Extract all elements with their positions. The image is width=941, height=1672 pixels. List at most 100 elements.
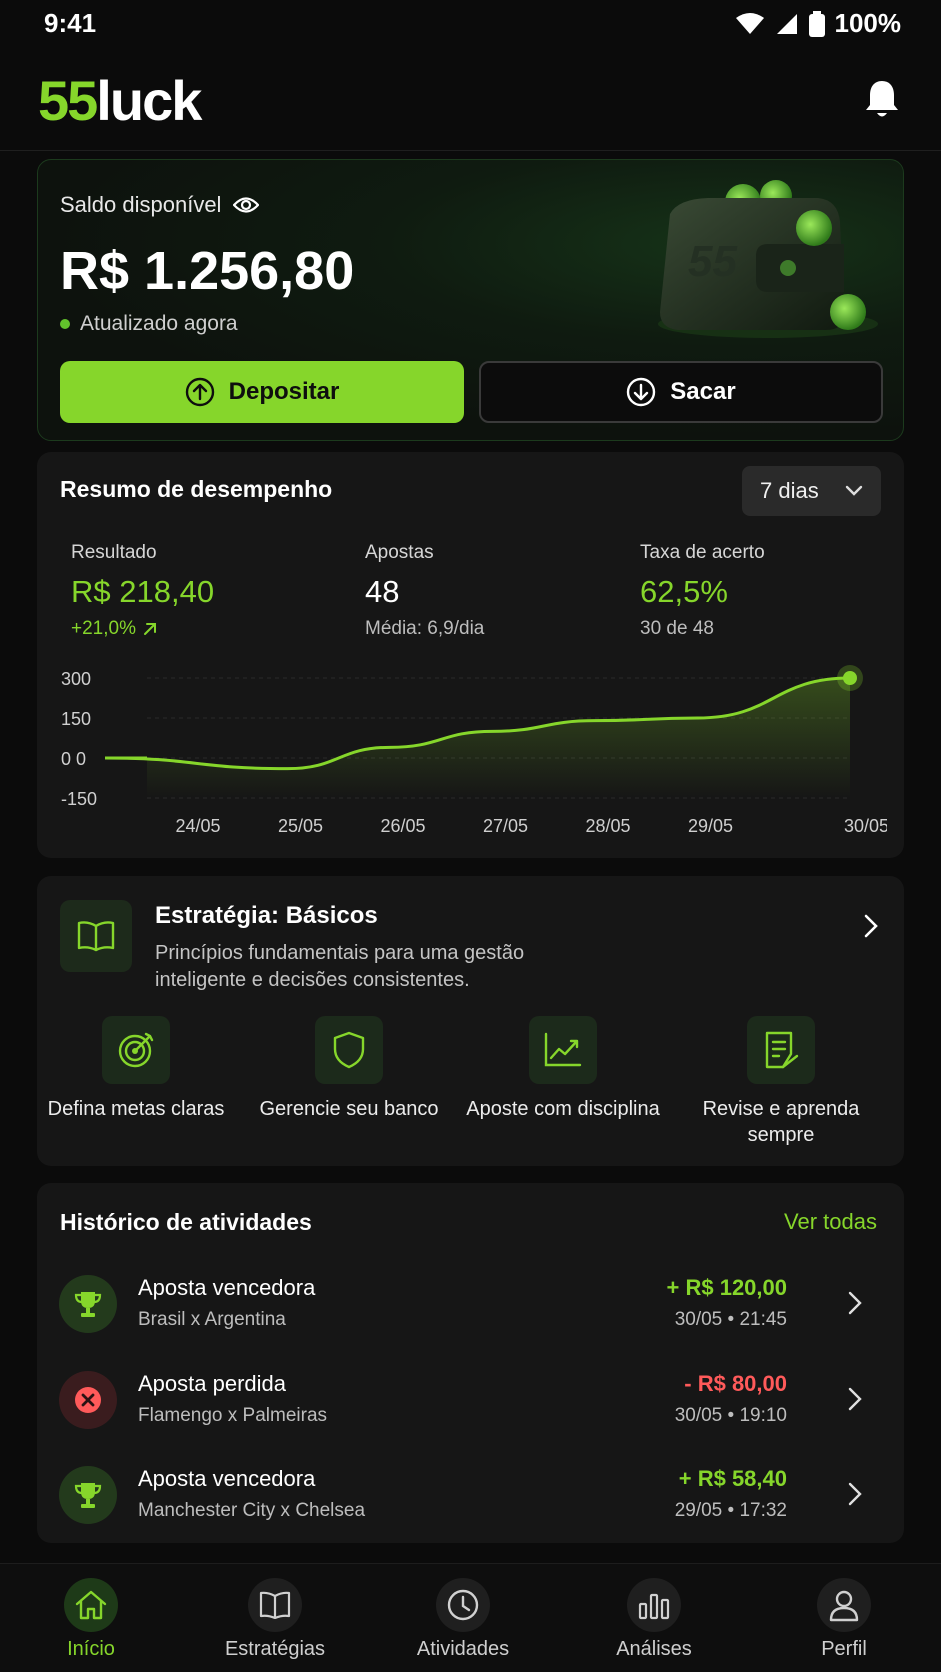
nav-icon-circle [248,1578,302,1632]
wallet-logo-mark: 55 [688,237,737,286]
balance-updated-row: Atualizado agora [60,312,238,336]
withdraw-button[interactable]: Sacar [479,361,883,423]
history-item-amount: + R$ 58,40 [678,1466,787,1491]
battery-percent: 100% [834,8,902,38]
notes-icon [765,1031,799,1069]
x-tick-label: 24/05 [175,816,220,836]
nav-label: Estratégias [224,1638,326,1660]
history-item-match: Brasil x Argentina [138,1309,286,1330]
shield-icon [333,1031,365,1069]
balance-value: R$ 1.256,80 [60,241,355,301]
history-item-amount: + R$ 120,00 [666,1275,787,1300]
chevron-right-icon [848,1291,862,1320]
nav-item-strategies[interactable]: Estratégias [210,1578,340,1661]
battery-icon [808,10,825,37]
stat-value: 48 [365,574,400,609]
notifications-button[interactable] [863,78,901,120]
stat-value: R$ 218,40 [71,574,215,609]
strategy-card[interactable]: Estratégia: Básicos Princípios fundament… [37,876,904,1166]
history-row[interactable]: Aposta perdida Flamengo x Palmeiras - R$… [37,1363,904,1443]
period-select[interactable]: 7 dias [742,466,881,516]
nav-label: Atividades [416,1638,510,1660]
clock-icon [447,1589,479,1621]
tip-icon-box [315,1016,383,1084]
nav-icon-circle [817,1578,871,1632]
close-circle-icon [75,1387,101,1413]
y-tick-label: 150 [61,709,91,729]
history-item-title: Aposta vencedora [138,1466,316,1491]
status-icon-box [59,1371,117,1429]
status-time: 9:41 [44,8,97,38]
strategy-description: Princípios fundamentais para uma gestão … [155,942,525,991]
nav-item-analytics[interactable]: Análises [589,1578,719,1661]
balance-updated: Atualizado agora [80,312,238,335]
history-item-title: Aposta perdida [138,1371,286,1396]
history-row[interactable]: Aposta vencedora Manchester City x Chels… [37,1458,904,1538]
tip-icon-box [747,1016,815,1084]
tip-goals[interactable]: Defina metas claras [36,1016,236,1122]
deposit-button[interactable]: Depositar [60,361,464,423]
arrow-up-right-icon [143,623,156,635]
x-tick-label: 26/05 [380,816,425,836]
logo-number: 55 [38,69,98,132]
history-card: Histórico de atividades Ver todas Aposta… [37,1183,904,1543]
user-icon [829,1590,859,1622]
stat-label: Taxa de acerto [640,542,765,563]
chevron-right-icon [848,1387,862,1416]
online-dot [60,319,70,329]
nav-icon-circle [64,1578,118,1632]
chevron-right-icon [848,1482,862,1511]
app-logo: 55luck [38,68,202,133]
nav-item-home[interactable]: Início [26,1578,156,1661]
status-icon-box [59,1275,117,1333]
signal-icon [776,13,797,34]
open-book-icon [77,921,115,952]
tip-label: Revise e aprenda sempre [702,1098,860,1146]
nav-label: Início [67,1638,115,1660]
stat-label: Apostas [365,542,434,563]
stat-sub: 30 de 48 [640,618,714,639]
history-item-amount: - R$ 80,00 [684,1371,787,1396]
nav-label: Análises [616,1638,692,1660]
history-row[interactable]: Aposta vencedora Brasil x Argentina + R$… [37,1267,904,1347]
book-icon [259,1591,291,1619]
tip-icon-box [102,1016,170,1084]
tip-review[interactable]: Revise e aprenda sempre [681,1016,881,1148]
history-item-match: Manchester City x Chelsea [138,1500,366,1521]
arrow-down-circle-icon [627,377,656,407]
nav-icon-circle [627,1578,681,1632]
x-tick-label: 30/05 [844,816,887,836]
wifi-icon [735,12,764,34]
period-value: 7 dias [760,478,819,503]
tip-bankroll[interactable]: Gerencie seu banco [249,1016,449,1122]
home-icon [75,1590,107,1620]
x-tick-label: 29/05 [688,816,733,836]
bar-chart-icon [638,1593,670,1620]
stat-hit-rate: Taxa de acerto 62,5% 30 de 48 [640,542,765,640]
y-tick-label: -150 [61,789,97,809]
bottom-navigation: Início Estratégias Atividades Análises P… [0,1563,941,1672]
strategy-open-button[interactable] [864,914,878,943]
balance-label-row: Saldo disponível [60,192,260,218]
stat-change: +21,0% [71,618,136,639]
chart-area-fill [105,678,850,798]
see-all-link[interactable]: Ver todas [784,1209,877,1235]
performance-chart: 300 150 0 0 -150 24/05 25/05 26/05 27/05 28/05 29… [61,665,887,836]
eye-icon[interactable] [233,196,260,214]
y-tick-label: 300 [61,669,91,689]
stat-change-row: +21,0% [71,618,214,640]
deposit-label: Depositar [228,378,340,405]
tip-discipline[interactable]: Aposte com disciplina [463,1016,663,1122]
x-tick-label: 27/05 [483,816,528,836]
trophy-icon [74,1292,102,1317]
target-icon [118,1032,154,1068]
history-item-match: Flamengo x Palmeiras [138,1405,328,1426]
status-icon-box [59,1466,117,1524]
nav-item-activities[interactable]: Atividades [398,1578,528,1661]
data-point [843,671,857,685]
nav-item-profile[interactable]: Perfil [779,1578,909,1661]
strategy-title: Estratégia: Básicos [155,902,378,929]
performance-card: Resumo de desempenho 7 dias Resultado R$… [37,452,904,858]
bell-icon [866,81,898,117]
stat-result: Resultado R$ 218,40 +21,0% [71,542,214,640]
